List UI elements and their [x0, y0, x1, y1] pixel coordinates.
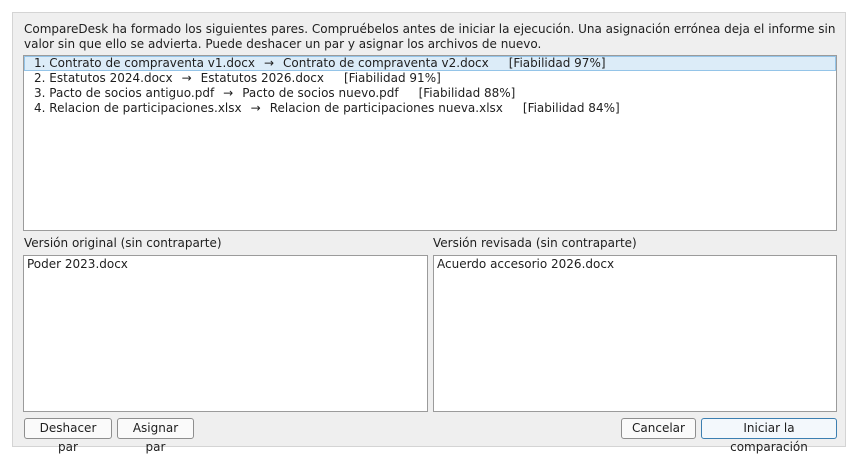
start-comparison-button[interactable]: Iniciar la comparación: [701, 418, 837, 454]
pair-row[interactable]: 1. Contrato de compraventa v1.docx → Contr…: [24, 56, 836, 71]
undo-pair-button[interactable]: Deshacer par: [24, 418, 112, 454]
pair-revised-file: Relacion de participaciones nueva.xlsx: [269, 101, 503, 115]
pair-index: 4.: [34, 101, 46, 115]
unmatched-revised-label: Versión revisada (sin contraparte): [433, 236, 637, 250]
pair-revised-file: Estatutos 2026.docx: [200, 71, 324, 85]
cancel-button[interactable]: Cancelar: [621, 418, 696, 439]
pair-original-file: Estatutos 2024.docx: [49, 71, 173, 85]
pair-original-file: Contrato de compraventa v1.docx: [49, 56, 255, 70]
pair-reliability: [Fiabilidad 84%]: [522, 101, 620, 115]
instructions-text: CompareDesk ha formado los siguientes pa…: [24, 22, 836, 51]
pair-original-file: Relacion de participaciones.xlsx: [49, 101, 242, 115]
unmatched-revised-item[interactable]: Acuerdo accesorio 2026.docx: [434, 256, 836, 271]
unmatched-revised-list[interactable]: Acuerdo accesorio 2026.docx: [433, 255, 837, 412]
unmatched-original-item[interactable]: Poder 2023.docx: [24, 256, 427, 271]
pair-arrow-icon: →: [181, 71, 192, 85]
pair-reliability: [Fiabilidad 91%]: [344, 71, 441, 85]
pair-revised-file: Pacto de socios nuevo.pdf: [242, 86, 399, 100]
pair-reliability: [Fiabilidad 97%]: [508, 56, 606, 70]
assign-pair-button[interactable]: Asignar par: [117, 418, 194, 454]
pair-row[interactable]: 2. Estatutos 2024.docx → Estatutos 2026.do…: [24, 71, 836, 86]
pair-index: 3.: [34, 86, 46, 100]
pairing-dialog: CompareDesk ha formado los siguientes pa…: [12, 12, 846, 454]
pair-row[interactable]: 3. Pacto de socios antiguo.pdf → Pacto de …: [24, 86, 836, 101]
pair-arrow-icon: →: [223, 86, 234, 100]
pair-index: 2.: [34, 71, 46, 85]
pair-revised-file: Contrato de compraventa v2.docx: [283, 56, 489, 70]
unmatched-original-list[interactable]: Poder 2023.docx: [23, 255, 428, 412]
pair-arrow-icon: →: [250, 101, 261, 115]
pair-index: 1.: [34, 56, 46, 70]
unmatched-original-label: Versión original (sin contraparte): [24, 236, 222, 250]
pair-reliability: [Fiabilidad 88%]: [418, 86, 516, 100]
pair-list[interactable]: 1. Contrato de compraventa v1.docx → Contr…: [23, 55, 837, 231]
pair-original-file: Pacto de socios antiguo.pdf: [49, 86, 215, 100]
pair-row[interactable]: 4. Relacion de participaciones.xlsx → Rela…: [24, 101, 836, 116]
pair-arrow-icon: →: [263, 56, 275, 70]
